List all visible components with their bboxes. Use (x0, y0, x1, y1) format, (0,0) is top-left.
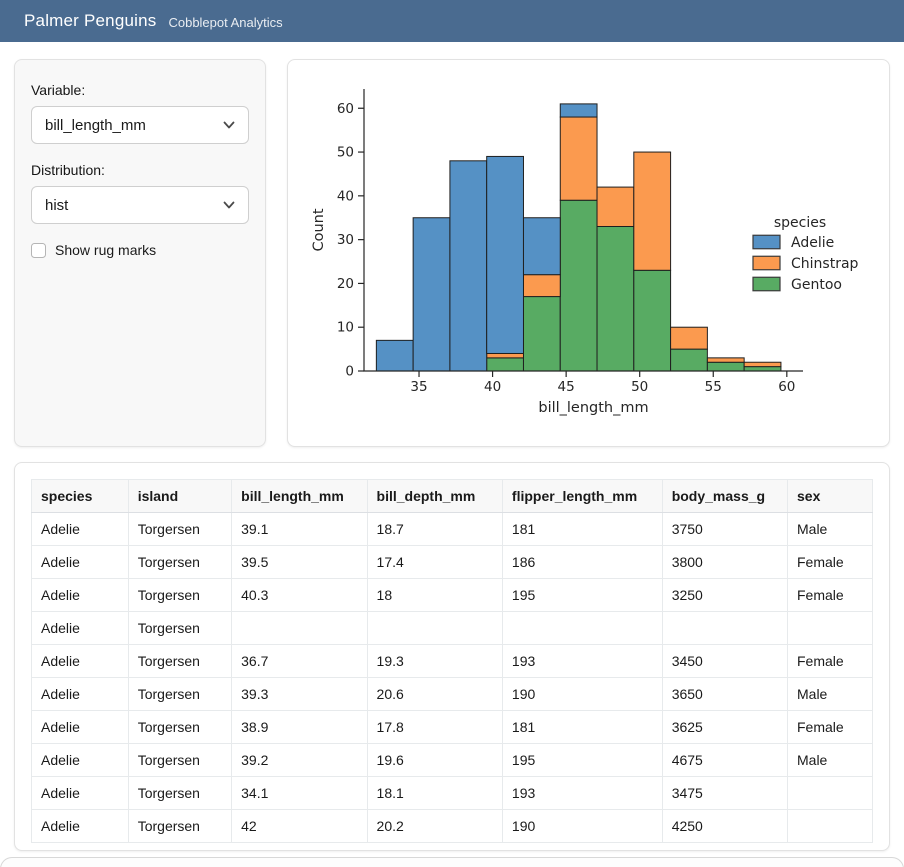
variable-select[interactable]: bill_length_mm (31, 106, 249, 144)
table-row: AdelieTorgersen (32, 612, 873, 645)
histogram-bar-adelie (376, 340, 413, 371)
data-table-card: speciesislandbill_length_mmbill_depth_mm… (14, 462, 890, 851)
legend-swatch-adelie (753, 235, 780, 249)
variable-label: Variable: (31, 82, 249, 98)
table-header-row: speciesislandbill_length_mmbill_depth_mm… (32, 480, 873, 513)
svg-text:bill_length_mm: bill_length_mm (538, 400, 648, 416)
histogram-bar-chinstrap (707, 358, 744, 362)
histogram-bar-chinstrap (523, 275, 560, 297)
distribution-select-value: hist (45, 197, 68, 214)
svg-text:Count: Count (311, 208, 327, 251)
histogram-bar-chinstrap (671, 327, 708, 349)
app-title: Palmer Penguins (24, 11, 156, 31)
app-subtitle: Cobblepot Analytics (168, 15, 282, 30)
column-header: island (128, 480, 231, 513)
column-header: flipper_length_mm (502, 480, 662, 513)
column-header: bill_depth_mm (367, 480, 502, 513)
table-row: AdelieTorgersen38.917.81813625Female (32, 711, 873, 744)
histogram-bar-adelie (487, 156, 524, 353)
svg-text:45: 45 (558, 379, 575, 395)
histogram-bar-gentoo (597, 226, 634, 371)
app-header: Palmer Penguins Cobblepot Analytics (0, 0, 904, 42)
table-row: AdelieTorgersen40.3181953250Female (32, 579, 873, 612)
svg-text:20: 20 (337, 276, 354, 292)
histogram-bar-adelie (413, 218, 450, 371)
table-row: AdelieTorgersen39.219.61954675Male (32, 744, 873, 777)
distribution-label: Distribution: (31, 162, 249, 178)
legend-swatch-chinstrap (753, 256, 780, 270)
histogram-bar-adelie (523, 218, 560, 275)
svg-text:50: 50 (337, 145, 354, 161)
rug-checkbox-label: Show rug marks (55, 242, 156, 258)
table-row: AdelieTorgersen39.320.61903650Male (32, 678, 873, 711)
table-row: AdelieTorgersen39.517.41863800Female (32, 546, 873, 579)
svg-text:35: 35 (410, 379, 427, 395)
histogram-bar-chinstrap (487, 353, 524, 357)
chevron-down-icon (222, 118, 236, 132)
histogram-bar-gentoo (487, 358, 524, 371)
legend-label: Chinstrap (791, 256, 859, 272)
svg-text:50: 50 (631, 379, 648, 395)
penguins-table: speciesislandbill_length_mmbill_depth_mm… (31, 479, 873, 843)
distribution-histogram: 0 10 20 30 40 50 60 35 40 45 50 55 60 bill_length_mm C… (288, 60, 888, 446)
histogram-bar-chinstrap (634, 152, 671, 270)
histogram-bar-adelie (450, 161, 487, 371)
sidebar: Variable: bill_length_mm Distribution: h… (14, 59, 266, 447)
main-content: Variable: bill_length_mm Distribution: h… (0, 42, 904, 851)
rug-checkbox-row: Show rug marks (31, 242, 249, 258)
svg-text:60: 60 (337, 101, 354, 117)
page-bottom-band (0, 857, 904, 867)
histogram-bar-chinstrap (744, 362, 781, 366)
svg-text:60: 60 (778, 379, 795, 395)
variable-select-value: bill_length_mm (45, 117, 146, 134)
histogram-bar-gentoo (744, 367, 781, 371)
legend-label: Gentoo (791, 277, 842, 293)
chevron-down-icon (222, 198, 236, 212)
table-row: AdelieTorgersen34.118.11933475 (32, 777, 873, 810)
histogram-bar-gentoo (634, 270, 671, 371)
table-row: AdelieTorgersen39.118.71813750Male (32, 513, 873, 546)
column-header: bill_length_mm (232, 480, 367, 513)
histogram-bar-adelie (560, 104, 597, 117)
histogram-bar-gentoo (523, 297, 560, 371)
svg-text:10: 10 (337, 320, 354, 336)
chart-card: 0 10 20 30 40 50 60 35 40 45 50 55 60 bill_length_mm C… (287, 59, 890, 447)
table-row: AdelieTorgersen4220.21904250 (32, 810, 873, 843)
svg-text:40: 40 (484, 379, 501, 395)
svg-text:0: 0 (345, 364, 354, 380)
svg-text:30: 30 (337, 232, 354, 248)
column-header: species (32, 480, 129, 513)
rug-checkbox[interactable] (31, 243, 46, 258)
legend-title: species (774, 215, 826, 231)
histogram-bar-gentoo (671, 349, 708, 371)
legend-swatch-gentoo (753, 277, 780, 291)
table-row: AdelieTorgersen36.719.31933450Female (32, 645, 873, 678)
svg-text:40: 40 (337, 188, 354, 204)
distribution-select[interactable]: hist (31, 186, 249, 224)
histogram-bar-chinstrap (597, 187, 634, 226)
histogram-bar-chinstrap (560, 117, 597, 200)
svg-text:55: 55 (705, 379, 722, 395)
column-header: sex (788, 480, 873, 513)
legend-label: Adelie (791, 235, 834, 251)
column-header: body_mass_g (662, 480, 787, 513)
histogram-bar-gentoo (560, 200, 597, 371)
histogram-bar-gentoo (707, 362, 744, 371)
